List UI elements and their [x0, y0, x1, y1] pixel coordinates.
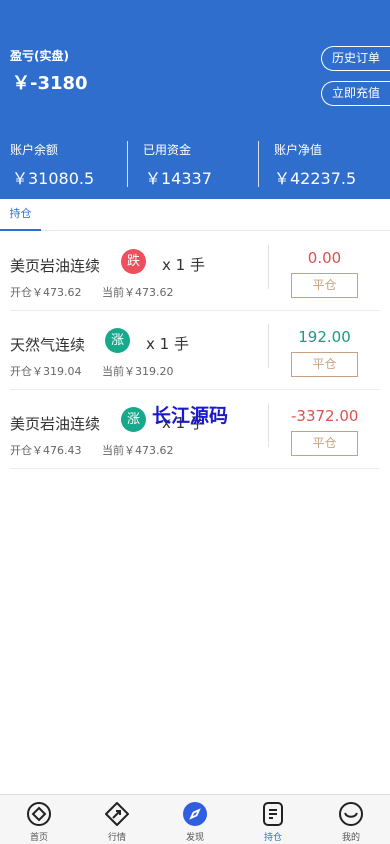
row-divider	[268, 245, 269, 289]
position-qty: x 1 手	[162, 256, 205, 274]
bottom-nav: 首页 行情 发现 持仓 我的	[0, 794, 390, 844]
stat-net-value: 账户净值 ￥42237.5	[258, 141, 390, 188]
tab-holdings[interactable]: 持仓	[0, 199, 41, 231]
stat-balance: 账户余额 ￥31080.5	[10, 141, 127, 188]
compass-icon	[183, 802, 207, 826]
holdings-doc-icon	[263, 802, 283, 826]
stat-net-value-value: ￥42237.5	[274, 169, 357, 188]
current-price: 当前￥473.62	[102, 286, 174, 299]
nav-holdings-label: 持仓	[263, 833, 282, 843]
current-price: 当前￥319.20	[102, 365, 174, 378]
nav-discover-label: 发现	[185, 833, 204, 843]
close-position-button[interactable]: 平仓	[291, 431, 358, 456]
direction-badge: 跌	[121, 249, 146, 274]
recharge-button[interactable]: 立即充值	[321, 81, 390, 106]
position-name: 美页岩油连续	[10, 257, 101, 275]
profile-face-icon	[339, 802, 363, 826]
position-pnl: 192.00	[298, 328, 351, 346]
position-pnl: -3372.00	[291, 407, 359, 425]
open-price: 开仓￥476.43	[10, 444, 82, 457]
watermark: 长江源码	[152, 405, 229, 427]
position-name: 天然气连续	[10, 336, 86, 354]
stat-used-funds-value: ￥14337	[145, 169, 212, 188]
nav-market[interactable]: 行情	[78, 795, 156, 844]
row-divider	[268, 403, 269, 447]
home-diamond-icon	[27, 802, 51, 826]
nav-home[interactable]: 首页	[0, 795, 78, 844]
stat-used-funds: 已用资金 ￥14337	[127, 141, 258, 188]
pl-label: 盈亏(实盘)	[10, 49, 69, 63]
position-row[interactable]: 天然气连续 涨 x 1 手 开仓￥319.04 当前￥319.20 192.00…	[10, 311, 380, 390]
tab-bar: 持仓	[0, 199, 390, 231]
stat-balance-label: 账户余额	[10, 143, 59, 157]
nav-holdings[interactable]: 持仓	[234, 795, 312, 844]
open-price: 开仓￥319.04	[10, 365, 82, 378]
nav-profile-label: 我的	[341, 833, 360, 843]
stat-net-value-label: 账户净值	[274, 143, 323, 157]
market-arrow-icon	[105, 802, 129, 826]
positions-list: 美页岩油连续 跌 x 1 手 开仓￥473.62 当前￥473.62 0.00 …	[10, 232, 380, 469]
account-header: 盈亏(实盘) ￥-3180 历史订单 立即充值 账户余额 ￥31080.5 已用…	[0, 0, 390, 199]
position-qty: x 1 手	[146, 335, 189, 353]
position-row[interactable]: 美页岩油连续 跌 x 1 手 开仓￥473.62 当前￥473.62 0.00 …	[10, 232, 380, 311]
open-price: 开仓￥473.62	[10, 286, 82, 299]
nav-market-label: 行情	[107, 833, 126, 843]
stat-balance-value: ￥31080.5	[12, 169, 95, 188]
current-price: 当前￥473.62	[102, 444, 174, 457]
close-position-button[interactable]: 平仓	[291, 352, 358, 377]
history-orders-button[interactable]: 历史订单	[321, 46, 390, 71]
direction-badge: 涨	[121, 407, 146, 432]
nav-discover[interactable]: 发现	[156, 795, 234, 844]
direction-badge: 涨	[105, 328, 130, 353]
nav-home-label: 首页	[29, 833, 48, 843]
position-name: 美页岩油连续	[10, 415, 101, 433]
pl-value: ￥-3180	[12, 73, 88, 94]
close-position-button[interactable]: 平仓	[291, 273, 358, 298]
row-divider	[268, 324, 269, 368]
stat-used-funds-label: 已用资金	[143, 143, 192, 157]
nav-profile[interactable]: 我的	[312, 795, 390, 844]
position-pnl: 0.00	[307, 249, 342, 267]
